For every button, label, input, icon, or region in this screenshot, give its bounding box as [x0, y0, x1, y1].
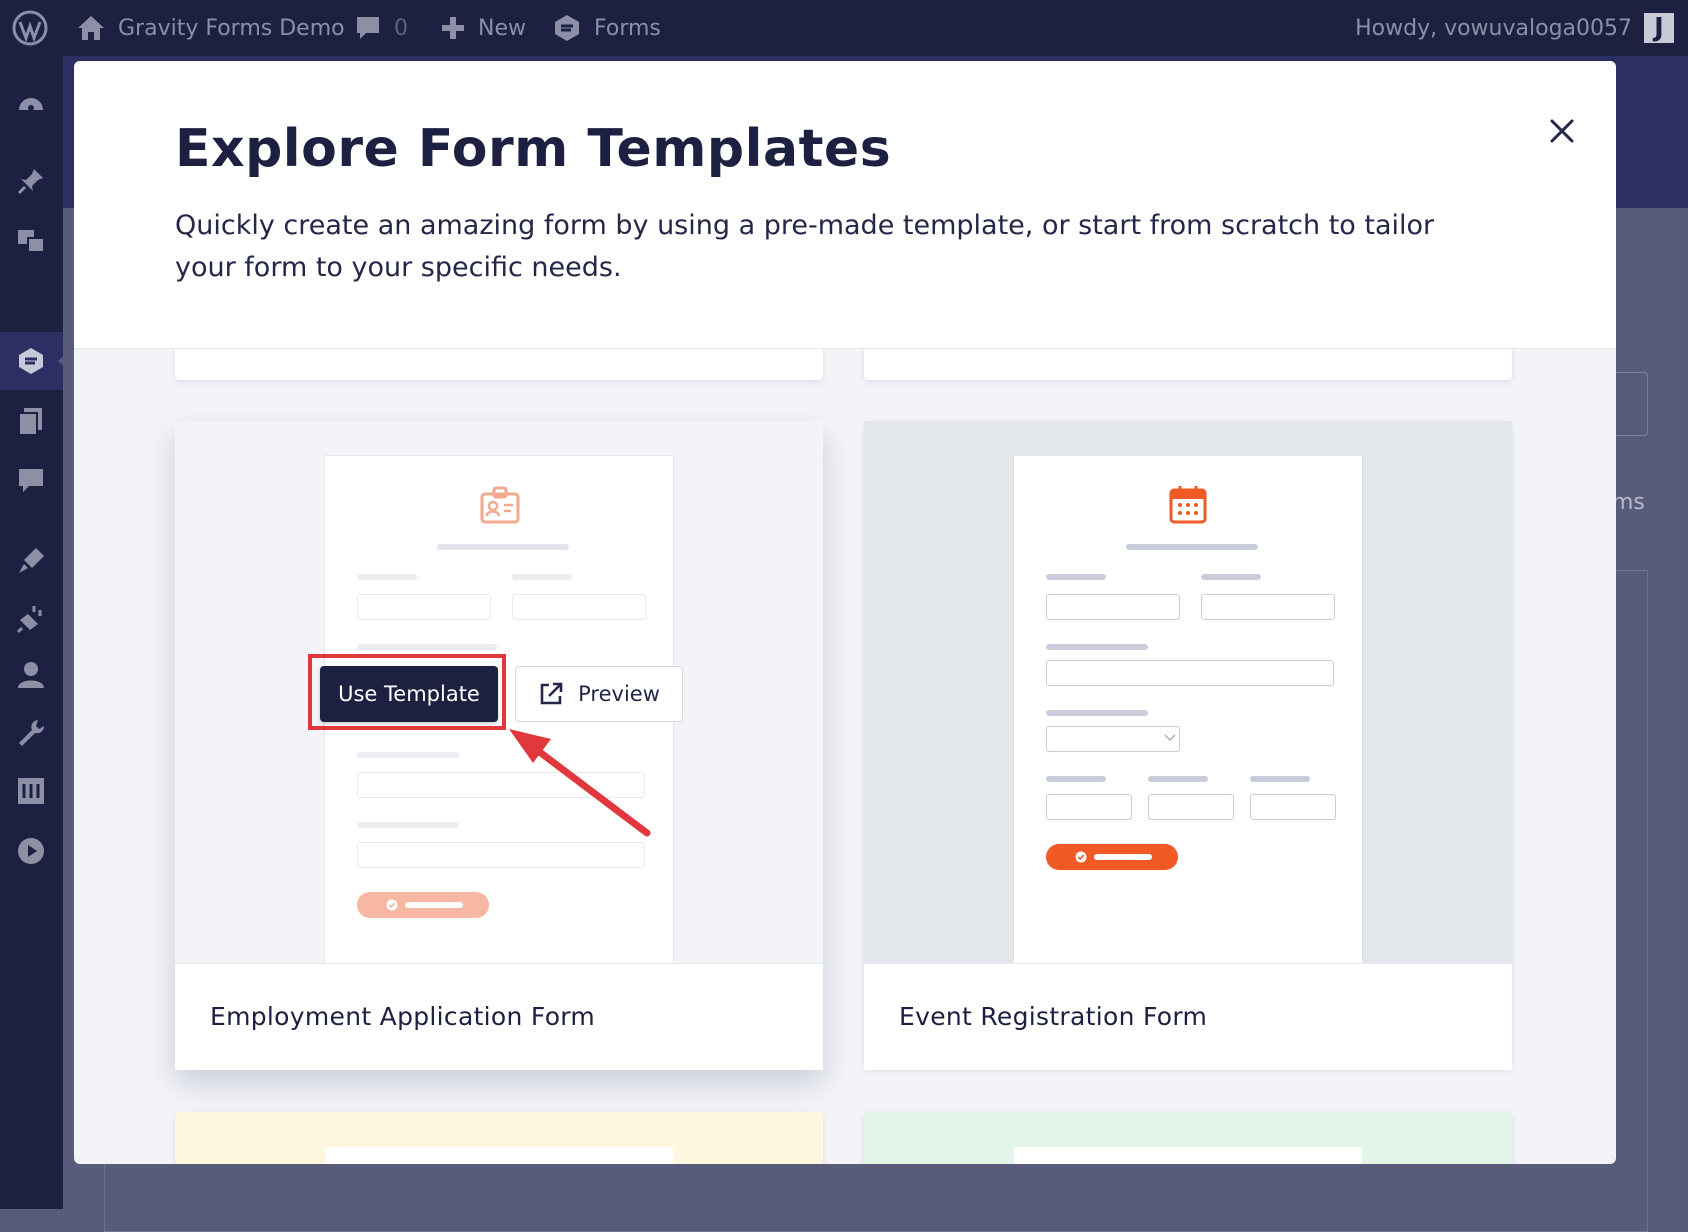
plugins-icon[interactable]	[16, 604, 46, 634]
check-circle-icon	[1075, 851, 1087, 863]
avatar: J	[1644, 13, 1674, 43]
site-name-link[interactable]: Gravity Forms Demo	[76, 0, 345, 56]
template-name: Event Registration Form	[899, 1002, 1208, 1031]
template-card-footer: Event Registration Form	[864, 963, 1512, 1070]
media-icon[interactable]	[16, 226, 46, 256]
home-icon	[76, 14, 106, 42]
account-menu[interactable]: Howdy, vowuvaloga0057 J	[1355, 0, 1674, 56]
id-badge-icon	[480, 486, 520, 524]
preview-label: Preview	[578, 682, 660, 706]
modal-title: Explore Form Templates	[175, 119, 892, 179]
template-card-footer: Employment Application Form	[175, 963, 823, 1070]
template-thumbnail: Use Template Preview	[175, 421, 823, 963]
template-card-partial-top-left[interactable]	[175, 348, 823, 380]
users-icon[interactable]	[16, 660, 46, 690]
template-card-partial-top-right[interactable]	[864, 348, 1512, 380]
modal-description: Quickly create an amazing form by using …	[175, 210, 1435, 283]
pages-icon[interactable]	[16, 406, 46, 436]
comments-link[interactable]: 0	[354, 0, 408, 56]
greeting: Howdy, vowuvaloga0057	[1355, 15, 1632, 41]
forms-label: Forms	[594, 15, 661, 41]
preview-button[interactable]: Preview	[515, 666, 683, 722]
plus-icon	[440, 15, 466, 41]
gravity-forms-icon	[552, 13, 582, 43]
background-partial-text: ms	[1612, 490, 1645, 515]
play-icon[interactable]	[16, 836, 46, 866]
chevron-down-icon	[1164, 734, 1176, 742]
new-label: New	[478, 15, 526, 41]
template-thumbnail	[864, 421, 1512, 963]
template-name: Employment Application Form	[210, 1002, 596, 1031]
calendar-icon	[1169, 486, 1207, 524]
forms-link[interactable]: Forms	[552, 0, 661, 56]
template-grid: Use Template Preview Employment Applicat…	[74, 348, 1616, 1164]
admin-bar: Gravity Forms Demo 0 New Forms Howdy, vo…	[0, 0, 1688, 56]
comment-icon	[354, 14, 382, 42]
appearance-icon[interactable]	[16, 546, 46, 576]
tools-icon[interactable]	[16, 718, 46, 748]
template-library-modal: Explore Form Templates Quickly create an…	[74, 61, 1616, 1164]
wordpress-logo-icon[interactable]	[12, 0, 48, 56]
comments-count: 0	[394, 15, 408, 41]
dashboard-icon[interactable]	[16, 88, 46, 118]
use-template-button[interactable]: Use Template	[320, 666, 498, 722]
form-preview-sheet	[1014, 456, 1362, 963]
template-card-partial-bottom-right[interactable]	[864, 1112, 1512, 1164]
check-circle-icon	[386, 899, 398, 911]
template-card-employment[interactable]: Use Template Preview Employment Applicat…	[175, 421, 823, 1070]
comments-menu-icon[interactable]	[16, 466, 46, 496]
external-link-icon	[540, 682, 563, 705]
close-icon	[1550, 119, 1574, 143]
template-card-event-registration[interactable]: Event Registration Form	[864, 421, 1512, 1070]
modal-header: Explore Form Templates Quickly create an…	[74, 61, 1616, 349]
admin-sidebar	[0, 56, 66, 1209]
pin-icon[interactable]	[16, 166, 46, 196]
active-pointer-icon	[58, 354, 66, 368]
template-card-partial-bottom-left[interactable]	[175, 1112, 823, 1164]
settings-icon[interactable]	[16, 776, 46, 806]
site-name: Gravity Forms Demo	[118, 15, 345, 41]
close-button[interactable]	[1540, 109, 1584, 153]
new-content-link[interactable]: New	[440, 0, 526, 56]
gravity-forms-menu-icon[interactable]	[16, 346, 46, 376]
